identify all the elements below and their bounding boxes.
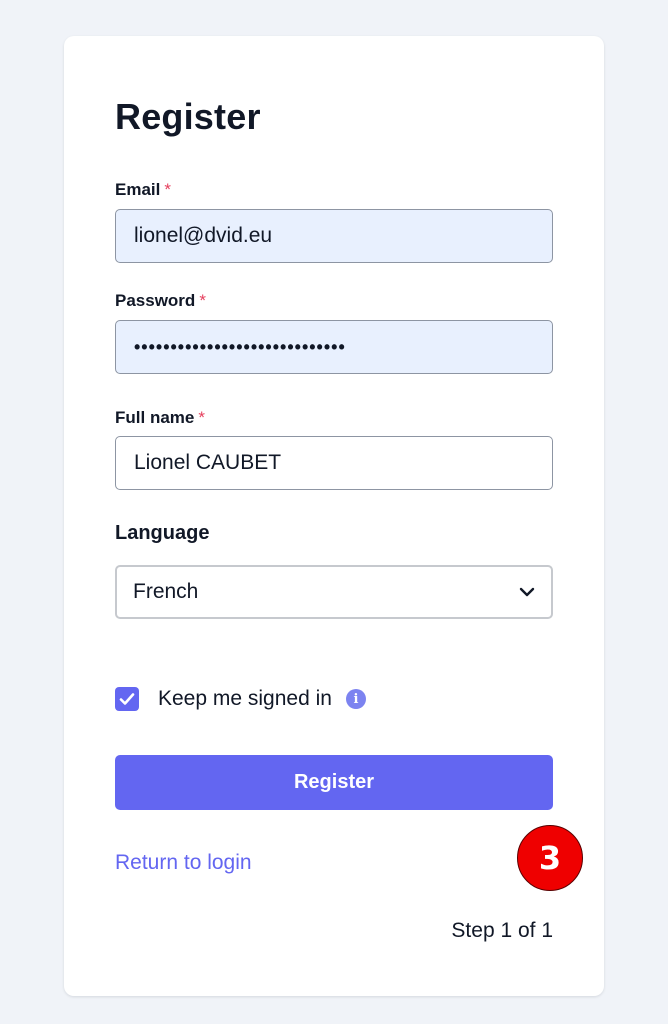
- password-field-value: •••••••••••••••••••••••••••••: [134, 336, 346, 357]
- email-field[interactable]: lionel@dvid.eu: [115, 209, 553, 263]
- keep-signed-in-label[interactable]: Keep me signed in: [158, 687, 332, 711]
- language-select[interactable]: French: [115, 565, 553, 619]
- full-name-required-mark: *: [198, 408, 205, 427]
- return-to-login-link[interactable]: Return to login: [115, 851, 252, 875]
- step-number-badge: 3: [517, 825, 583, 891]
- full-name-label-text: Full name: [115, 408, 195, 427]
- language-selected-value: French: [133, 580, 199, 603]
- chevron-down-icon: [519, 587, 535, 597]
- password-label: Password *: [115, 291, 206, 311]
- email-label-text: Email: [115, 180, 161, 199]
- email-field-value: lionel@dvid.eu: [134, 224, 273, 247]
- language-label: Language: [115, 522, 210, 544]
- page-title: Register: [115, 96, 261, 137]
- step-indicator: Step 1 of 1: [451, 919, 553, 942]
- email-label: Email *: [115, 180, 171, 200]
- password-field[interactable]: •••••••••••••••••••••••••••••: [115, 320, 553, 374]
- full-name-field[interactable]: Lionel CAUBET: [115, 436, 553, 490]
- register-button[interactable]: Register: [115, 755, 553, 810]
- full-name-label: Full name *: [115, 408, 205, 428]
- keep-signed-in-row: Keep me signed in i: [115, 686, 366, 712]
- info-icon[interactable]: i: [345, 689, 366, 709]
- email-required-mark: *: [164, 180, 171, 199]
- checkmark-icon: [119, 693, 135, 705]
- password-required-mark: *: [199, 291, 206, 310]
- password-label-text: Password: [115, 291, 196, 310]
- full-name-field-value: Lionel CAUBET: [134, 451, 282, 474]
- keep-signed-in-checkbox[interactable]: [115, 687, 139, 711]
